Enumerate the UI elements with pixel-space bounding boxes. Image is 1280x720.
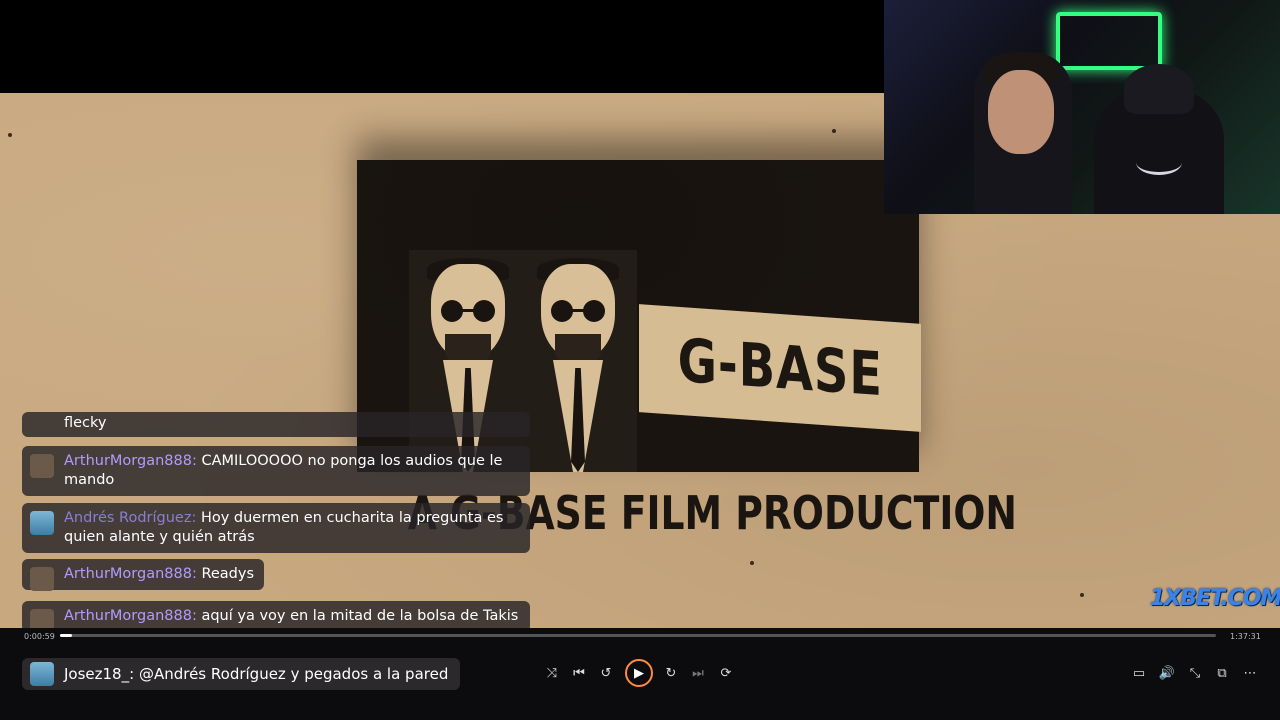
- g-base-plate: G-BASE: [639, 304, 921, 432]
- streamer-right-chain: [1136, 150, 1182, 175]
- pip-icon[interactable]: ⧉: [1213, 664, 1231, 682]
- streamer-left-face: [988, 70, 1054, 154]
- chat-message: ArthurMorgan888: Readys: [22, 559, 265, 591]
- play-icon: ▶: [634, 665, 644, 681]
- elapsed-time: 0:00:59: [24, 632, 55, 641]
- forward-10-icon[interactable]: ↻: [662, 664, 680, 682]
- minimize-icon[interactable]: ⤡: [1186, 664, 1204, 682]
- shuffle-icon[interactable]: ⤨: [543, 664, 561, 682]
- chat-text: flecky: [64, 415, 107, 431]
- chat-text: @Andrés Rodríguez y pegados a la pared: [138, 665, 449, 683]
- neon-sign: [1056, 12, 1162, 70]
- more-options-icon[interactable]: ⋯: [1241, 664, 1259, 682]
- chat-username[interactable]: Josez18_:: [64, 665, 134, 683]
- sponsor-watermark: 1XBET.COM: [1150, 586, 1280, 611]
- chat-message: Josez18_: @Andrés Rodríguez y pegados a …: [22, 658, 461, 690]
- chat-username[interactable]: ArthurMorgan888:: [64, 453, 197, 469]
- previous-icon[interactable]: ⏮: [570, 664, 588, 682]
- chat-text: aquí ya voy en la mitad de la bolsa de T…: [201, 608, 519, 624]
- duration-time: 1:37:31: [1230, 632, 1261, 641]
- chat-message: ArthurMorgan888: CAMILOOOOO no ponga los…: [22, 446, 530, 496]
- play-button[interactable]: ▶: [625, 659, 653, 687]
- paper-speck: [8, 133, 12, 137]
- progress-bar[interactable]: [60, 634, 1216, 637]
- avatar: [30, 511, 54, 535]
- loop-icon[interactable]: ⟳: [717, 664, 735, 682]
- captions-icon[interactable]: ▭: [1130, 664, 1148, 682]
- paper-speck: [832, 129, 836, 133]
- volume-icon[interactable]: 🔊: [1158, 664, 1176, 682]
- avatar: [30, 662, 54, 686]
- chat-username[interactable]: ArthurMorgan888:: [64, 566, 197, 582]
- replay-10-icon[interactable]: ↺: [597, 664, 615, 682]
- logo-figure-left: [409, 250, 527, 472]
- avatar: [30, 454, 54, 478]
- progress-fill: [60, 634, 72, 637]
- chat-text: Readys: [201, 566, 255, 582]
- chat-message: Andrés Rodríguez: Hoy duermen en cuchari…: [22, 503, 530, 553]
- webcam-overlay: [884, 0, 1280, 214]
- streamer-right-cap: [1124, 64, 1194, 114]
- g-base-logo-text: G-BASE: [677, 325, 883, 411]
- paper-speck: [750, 561, 754, 565]
- avatar: [30, 567, 54, 591]
- chat-username[interactable]: Andrés Rodríguez:: [64, 510, 196, 526]
- chat-message: flecky: [22, 412, 530, 437]
- chat-username[interactable]: ArthurMorgan888:: [64, 608, 197, 624]
- video-player: G-BASE A G-BASE FILM PRODUCTION 1XBET.CO…: [0, 0, 1280, 720]
- logo-figure-right: [519, 250, 637, 472]
- next-icon[interactable]: ⏭: [689, 664, 707, 682]
- paper-speck: [1080, 593, 1084, 597]
